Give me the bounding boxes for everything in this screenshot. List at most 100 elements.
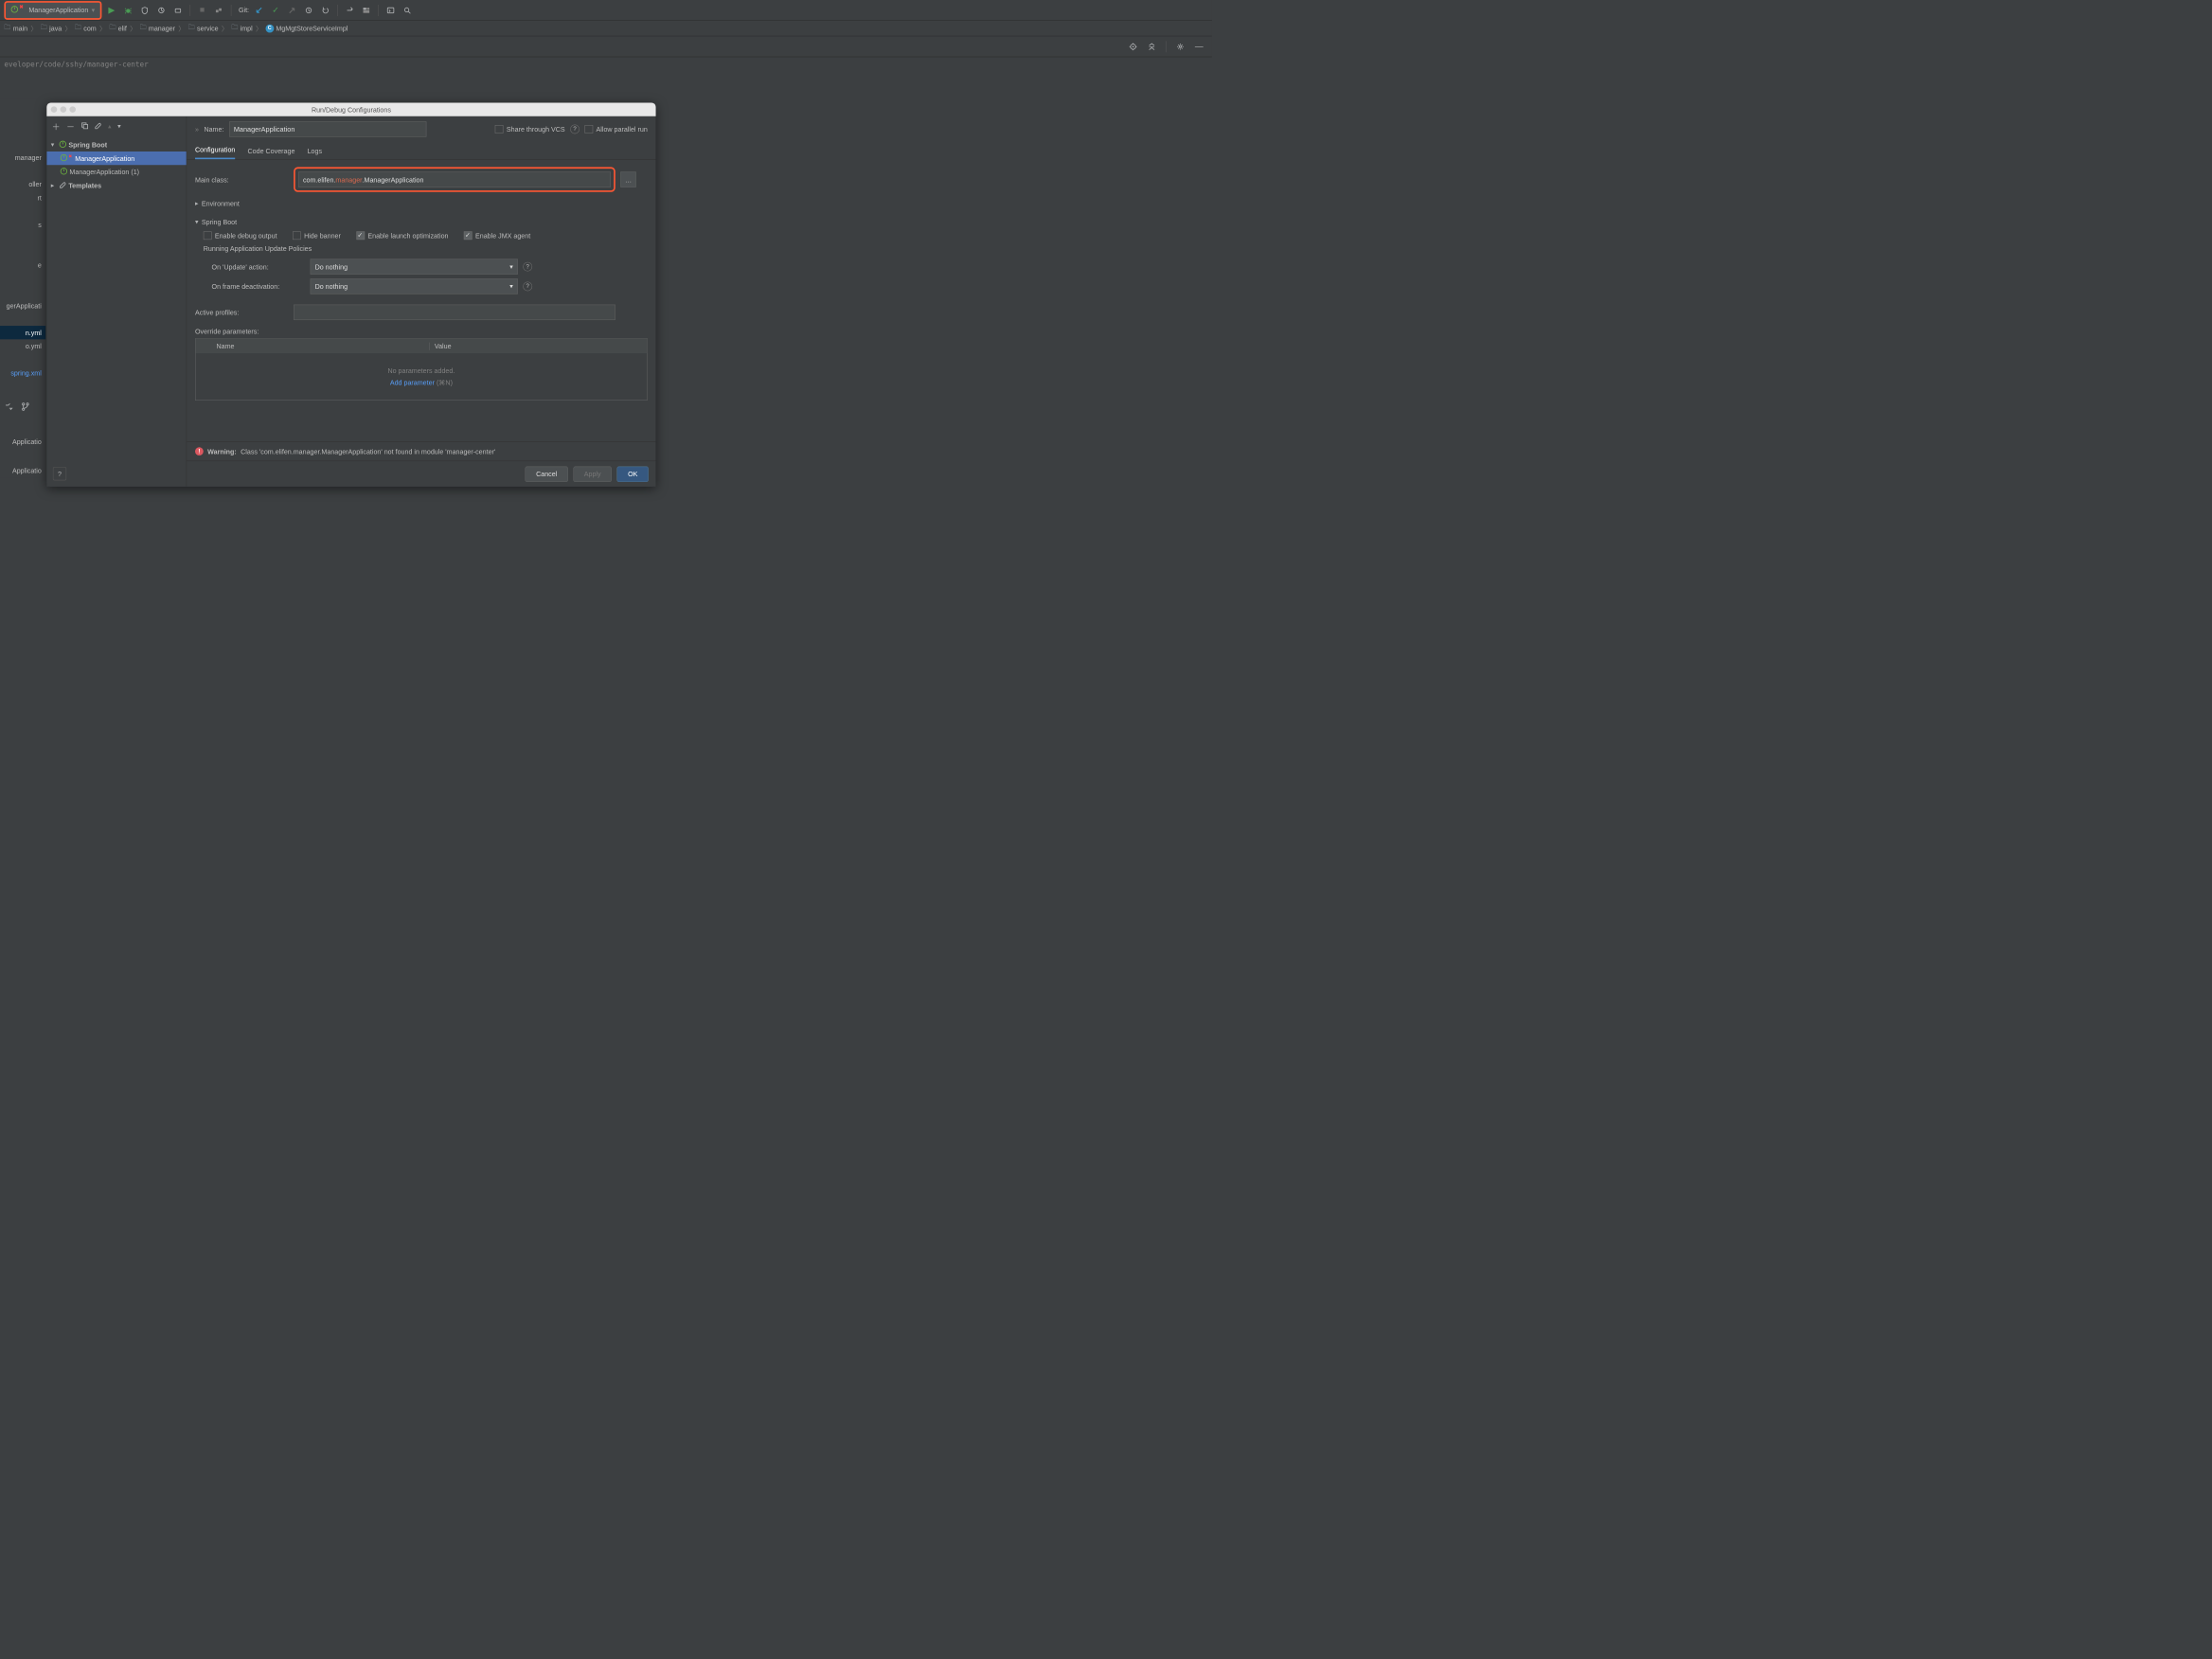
list-item[interactable]: gerApplicati	[0, 299, 45, 312]
git-history-icon[interactable]	[302, 4, 315, 17]
minimize-window-icon[interactable]	[61, 106, 67, 113]
add-config-icon[interactable]: ＋	[52, 120, 61, 133]
enable-launch-opt-checkbox[interactable]: Enable launch optimization	[356, 231, 448, 240]
settings-icon[interactable]	[343, 4, 356, 17]
allow-parallel-checkbox[interactable]: Allow parallel run	[584, 125, 647, 134]
list-item[interactable]: manager	[0, 151, 45, 164]
list-item[interactable]	[0, 231, 45, 244]
tree-node-templates[interactable]: ▸ Templates	[46, 178, 186, 191]
enable-debug-checkbox[interactable]: Enable debug output	[204, 231, 277, 240]
git-revert-icon[interactable]	[318, 4, 331, 17]
list-item[interactable]: spring.xml	[0, 366, 45, 380]
list-item[interactable]: e	[0, 259, 45, 272]
spring-boot-icon	[11, 6, 19, 14]
copy-config-icon[interactable]	[80, 121, 88, 130]
crumb-impl[interactable]: 🗀impl	[231, 23, 252, 34]
crumb-elif[interactable]: 🗀elif	[109, 23, 126, 34]
crumb-class[interactable]: CMgMgtStoreServiceImpl	[265, 24, 348, 32]
build-icon[interactable]	[212, 4, 225, 17]
crumb-com[interactable]: 🗀com	[75, 23, 97, 34]
crumb-service[interactable]: 🗀service	[188, 23, 219, 34]
list-item[interactable]: s	[0, 218, 45, 231]
run-anything-icon[interactable]	[384, 4, 397, 17]
list-item[interactable]	[0, 353, 45, 366]
run-config-selector[interactable]: ✖ ManagerApplication ▾	[4, 1, 101, 20]
profile-icon[interactable]	[154, 4, 168, 17]
debug-icon[interactable]	[121, 4, 134, 17]
git-pull-icon[interactable]	[252, 4, 265, 17]
list-item[interactable]: oller	[0, 177, 45, 190]
folder-icon: 🗀	[231, 23, 238, 34]
maximize-window-icon[interactable]	[69, 106, 76, 113]
config-tree: ▾ Spring Boot ✖ ManagerApplication	[46, 136, 186, 461]
changes-icon[interactable]	[4, 401, 13, 413]
stop-icon[interactable]: ■	[195, 4, 208, 17]
collapse-all-icon[interactable]	[1145, 40, 1158, 53]
param-header-value[interactable]: Value	[429, 342, 647, 349]
folder-icon: 🗀	[41, 23, 47, 34]
hide-icon[interactable]: —	[1192, 40, 1205, 53]
apply-button[interactable]: Apply	[573, 466, 612, 481]
help-button[interactable]: ?	[53, 467, 66, 480]
param-header-name[interactable]: Name	[211, 342, 429, 349]
branch-icon[interactable]	[21, 401, 30, 413]
list-item[interactable]	[0, 285, 45, 298]
crumb-manager[interactable]: 🗀manager	[140, 23, 175, 34]
add-param-link[interactable]: Add parameter (⌘N)	[390, 379, 453, 387]
project-structure-icon[interactable]	[360, 4, 373, 17]
search-everywhere-icon[interactable]	[401, 4, 414, 17]
close-window-icon[interactable]	[51, 106, 58, 113]
gear-icon[interactable]	[1173, 40, 1186, 53]
list-item[interactable]	[0, 164, 45, 177]
move-down-icon[interactable]: ▾	[117, 122, 121, 131]
tree-node-app1[interactable]: ✖ ManagerApplication	[46, 152, 186, 165]
cancel-button[interactable]: Cancel	[526, 466, 568, 481]
on-frame-deactivation-row: On frame deactivation: Do nothing ▾ ?	[212, 278, 648, 294]
move-up-icon[interactable]: ▴	[108, 122, 112, 131]
list-item[interactable]: Applicatio	[0, 435, 45, 448]
active-profiles-input[interactable]	[294, 305, 615, 320]
edit-templates-icon[interactable]	[95, 121, 102, 130]
tab-logs[interactable]: Logs	[308, 148, 322, 160]
list-item[interactable]	[0, 312, 45, 326]
list-item[interactable]	[0, 245, 45, 259]
config-name-input[interactable]	[229, 121, 426, 136]
crumb-main[interactable]: 🗀main	[4, 23, 27, 34]
list-item[interactable]: o.yml	[0, 339, 45, 352]
on-update-dropdown[interactable]: Do nothing ▾	[311, 259, 518, 274]
git-push-icon[interactable]	[285, 4, 298, 17]
list-item[interactable]	[0, 205, 45, 218]
enable-jmx-checkbox[interactable]: Enable JMX agent	[464, 231, 530, 240]
browse-main-class-button[interactable]: …	[620, 171, 635, 187]
config-tree-toolbar: ＋ － ▴ ▾	[46, 116, 186, 136]
tree-node-spring-boot[interactable]: ▾ Spring Boot	[46, 138, 186, 152]
target-icon[interactable]	[1126, 40, 1139, 53]
remove-config-icon[interactable]: －	[66, 120, 75, 133]
list-item[interactable]: n.yml	[0, 326, 45, 339]
tab-code-coverage[interactable]: Code Coverage	[248, 148, 295, 160]
run-config-label: ManagerApplication	[28, 7, 88, 14]
spring-boot-section[interactable]: ▾ Spring Boot	[195, 218, 648, 226]
main-class-input[interactable]: com.elifen.manager.ManagerApplication	[298, 171, 611, 187]
coverage-icon[interactable]	[138, 4, 152, 17]
help-icon[interactable]: ?	[523, 262, 532, 272]
help-icon[interactable]: ?	[523, 282, 532, 292]
on-frame-dropdown[interactable]: Do nothing ▾	[311, 278, 518, 294]
run-icon[interactable]: ▶	[105, 4, 118, 17]
dialog-titlebar[interactable]: Run/Debug Configurations	[46, 102, 655, 116]
list-item[interactable]	[0, 272, 45, 285]
hide-banner-checkbox[interactable]: Hide banner	[293, 231, 341, 240]
attach-icon[interactable]	[171, 4, 185, 17]
spring-boot-icon	[59, 140, 66, 149]
expand-icon[interactable]: »	[195, 125, 199, 133]
tab-configuration[interactable]: Configuration	[195, 146, 235, 159]
share-vcs-checkbox[interactable]: Share through VCS	[495, 125, 565, 134]
help-icon[interactable]: ?	[570, 124, 580, 134]
environment-section[interactable]: ▸ Environment	[195, 199, 648, 207]
ok-button[interactable]: OK	[617, 466, 649, 481]
list-item[interactable]: rt	[0, 191, 45, 205]
tree-node-app2[interactable]: ManagerApplication (1)	[46, 165, 186, 178]
list-item[interactable]: Applicatio	[0, 464, 45, 477]
crumb-java[interactable]: 🗀java	[41, 23, 62, 34]
git-commit-icon[interactable]: ✓	[269, 4, 282, 17]
